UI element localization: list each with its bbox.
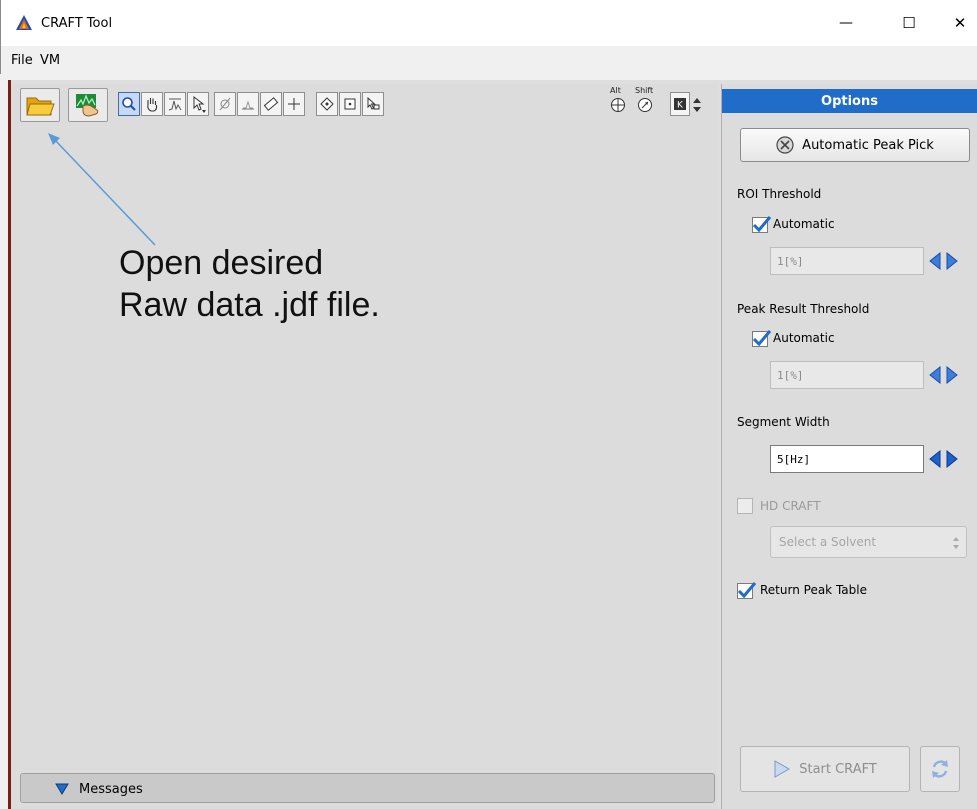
roi-threshold-stepper[interactable] — [926, 247, 960, 275]
checkmark-icon — [752, 216, 772, 233]
triangle-down-icon — [55, 783, 69, 795]
annotation-arrow-icon — [48, 133, 156, 246]
messages-bar[interactable]: Messages — [20, 773, 715, 803]
crosshair-tool-button[interactable] — [283, 92, 305, 116]
craft-logo-icon — [16, 15, 32, 30]
peak-result-threshold-label: Peak Result Threshold — [737, 302, 870, 316]
roi-automatic-checkbox[interactable] — [752, 216, 772, 233]
solvent-select[interactable]: Select a Solvent — [770, 526, 967, 558]
annotation-line-2: Raw data .jdf file. — [119, 286, 380, 324]
diamond-tool-button[interactable] — [316, 92, 338, 116]
automatic-peak-pick-label: Automatic Peak Pick — [802, 137, 934, 153]
title-bar: CRAFT Tool — ☐ ✕ — [0, 0, 977, 46]
shift-modifier-label: Shift — [635, 86, 654, 95]
menu-vm[interactable]: VM — [40, 53, 60, 68]
rotate-zoom-icon — [638, 98, 652, 112]
return-peak-table-checkbox[interactable] — [737, 582, 757, 599]
alt-modifier-label: Alt — [610, 86, 621, 95]
minimize-button[interactable]: — — [823, 8, 869, 38]
maximize-icon: ☐ — [902, 14, 916, 32]
cursor-box-icon — [367, 96, 380, 110]
baseline-icon — [242, 100, 254, 110]
pan-tool-button[interactable] — [141, 92, 163, 116]
maximize-button[interactable]: ☐ — [886, 8, 932, 38]
hd-craft-label: HD CRAFT — [760, 499, 821, 513]
move-crosshair-icon — [611, 98, 625, 112]
peak-result-automatic-checkbox[interactable] — [752, 330, 772, 347]
decrease-arrow-icon[interactable] — [926, 247, 943, 275]
zoom-tool-button[interactable] — [118, 92, 140, 116]
refresh-icon — [932, 760, 948, 778]
folder-open-icon — [26, 97, 55, 116]
messages-label: Messages — [79, 782, 143, 797]
square-dot-tool-button[interactable] — [339, 92, 361, 116]
baseline-tool-button[interactable] — [237, 92, 259, 116]
menu-file[interactable]: File — [11, 53, 33, 68]
roi-automatic-label: Automatic — [773, 217, 835, 231]
close-icon: ✕ — [953, 14, 967, 32]
zoom-icon — [122, 97, 136, 111]
increase-arrow-icon[interactable] — [943, 445, 960, 473]
key-icon: K — [674, 98, 686, 111]
menu-bar: File VM — [0, 46, 977, 74]
pointer-tool-button[interactable] — [187, 92, 209, 116]
start-craft-label: Start CRAFT — [799, 761, 877, 777]
minimize-icon: — — [839, 15, 853, 31]
solvent-select-placeholder: Select a Solvent — [779, 535, 877, 549]
pan-hand-icon — [147, 98, 158, 112]
peak-result-automatic-label: Automatic — [773, 331, 835, 345]
refresh-button[interactable] — [920, 746, 960, 792]
peak-result-threshold-stepper[interactable] — [926, 361, 960, 389]
key-mode-button[interactable]: K — [670, 92, 690, 116]
annotation-line-1: Open desired — [119, 244, 324, 282]
hd-craft-checkbox[interactable] — [737, 498, 753, 514]
increase-arrow-icon[interactable] — [943, 247, 960, 275]
phase-icon — [219, 97, 231, 111]
diamond-icon — [320, 97, 334, 111]
select-arrows-icon — [953, 537, 959, 549]
open-file-button[interactable] — [20, 88, 60, 122]
return-peak-table-label: Return Peak Table — [760, 583, 867, 597]
peak-tool-button[interactable] — [164, 92, 186, 116]
window-title: CRAFT Tool — [41, 16, 113, 31]
ruler-icon — [263, 97, 279, 111]
options-header: Options — [722, 89, 977, 113]
roi-threshold-label: ROI Threshold — [737, 187, 822, 201]
close-button[interactable]: ✕ — [937, 8, 977, 38]
peak-icon — [168, 98, 182, 111]
up-down-arrows-icon[interactable] — [692, 96, 702, 114]
square-dot-icon — [344, 98, 356, 110]
play-icon — [774, 760, 791, 778]
increase-arrow-icon[interactable] — [943, 361, 960, 389]
ruler-tool-button[interactable] — [260, 92, 282, 116]
checkmark-icon — [752, 330, 772, 347]
cursor-box-tool-button[interactable] — [362, 92, 384, 116]
annotation-text: Open desired Raw data .jdf file. — [119, 242, 539, 326]
phase-tool-button[interactable] — [214, 92, 236, 116]
segment-width-input[interactable]: 5[Hz] — [770, 445, 924, 473]
crosshair-icon — [288, 98, 300, 110]
decrease-arrow-icon[interactable] — [926, 445, 943, 473]
spectrum-hand-icon — [76, 94, 99, 117]
automatic-peak-pick-button[interactable]: Automatic Peak Pick — [740, 128, 970, 162]
pointer-icon — [193, 95, 206, 113]
process-button[interactable] — [68, 88, 108, 122]
peak-result-threshold-input[interactable]: 1[%] — [770, 361, 924, 389]
segment-width-label: Segment Width — [737, 415, 830, 429]
segment-width-stepper[interactable] — [926, 445, 960, 473]
roi-threshold-input[interactable]: 1[%] — [770, 247, 924, 275]
decrease-arrow-icon[interactable] — [926, 361, 943, 389]
circle-x-icon — [776, 136, 794, 154]
start-craft-button[interactable]: Start CRAFT — [740, 746, 910, 792]
checkmark-icon — [737, 582, 757, 599]
